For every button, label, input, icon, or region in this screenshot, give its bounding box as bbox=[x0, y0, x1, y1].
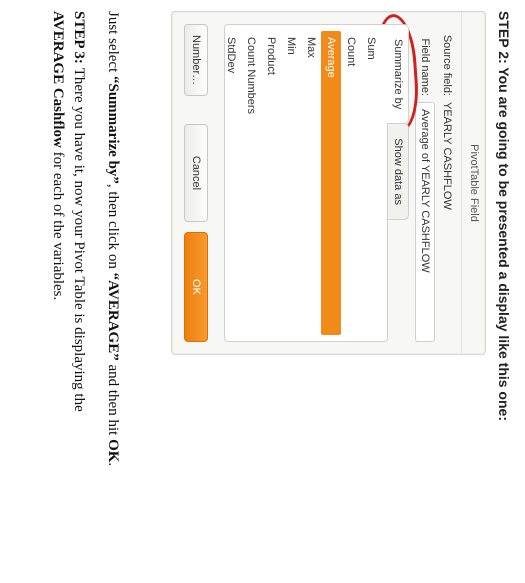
summarize-options-list[interactable]: Sum Count Average Max Min Product Count … bbox=[224, 24, 388, 342]
list-item[interactable]: Min bbox=[281, 31, 301, 335]
source-field-row: Source field: YEARLY CASHFLOW bbox=[441, 24, 453, 342]
text: Just select bbox=[105, 11, 121, 76]
button-row: Number… Cancel OK bbox=[184, 24, 208, 342]
dialog-title: PivotTable Field bbox=[461, 12, 485, 354]
field-name-label: Field name: bbox=[419, 24, 431, 96]
rotated-content: STEP 2: You are going to be presented a … bbox=[12, 11, 512, 571]
text: , then click on bbox=[105, 184, 121, 273]
source-field-label: Source field: bbox=[441, 24, 453, 96]
bold-text: AVERAGE Cashflow bbox=[51, 11, 67, 148]
bold-text: “AVERAGE” bbox=[105, 273, 121, 361]
list-item[interactable]: Sum bbox=[361, 31, 381, 335]
list-item[interactable]: StdDev bbox=[221, 31, 241, 335]
list-item[interactable]: Count bbox=[341, 31, 361, 335]
tab-show-data-as[interactable]: Show data as bbox=[387, 123, 409, 220]
text: and then hit bbox=[105, 361, 121, 439]
text: There you have it, now your Pivot Table … bbox=[71, 68, 87, 412]
text: . bbox=[105, 462, 121, 466]
page: STEP 2: You are going to be presented a … bbox=[0, 0, 525, 583]
caption-line-2: STEP 3: There you have it, now your Pivo… bbox=[48, 11, 89, 571]
bold-text: “Summarize by” bbox=[105, 76, 121, 184]
number-button[interactable]: Number… bbox=[184, 24, 208, 96]
step2-header: STEP 2: You are going to be presented a … bbox=[496, 11, 512, 571]
tab-strip: Summarize by Show data as bbox=[387, 24, 409, 342]
bold-text: STEP 3: bbox=[71, 11, 87, 68]
tab-summarize-by[interactable]: Summarize by bbox=[387, 24, 409, 124]
text: for each of the variables. bbox=[51, 148, 67, 300]
bold-text: OK bbox=[105, 439, 121, 462]
ok-button[interactable]: OK bbox=[184, 232, 208, 342]
list-item[interactable]: Count Numbers bbox=[241, 31, 261, 335]
pivottable-field-dialog: PivotTable Field Source field: YEARLY CA… bbox=[171, 11, 486, 355]
list-item-selected[interactable]: Average bbox=[321, 31, 341, 335]
dialog-body: Source field: YEARLY CASHFLOW Field name… bbox=[172, 12, 461, 354]
cancel-button[interactable]: Cancel bbox=[184, 124, 208, 222]
list-item[interactable]: Max bbox=[301, 31, 321, 335]
list-item[interactable]: Product bbox=[261, 31, 281, 335]
caption-line-1: Just select “Summarize by”, then click o… bbox=[103, 11, 123, 571]
field-name-input[interactable]: Average of YEARLY CASHFLOW bbox=[415, 102, 435, 342]
source-field-value: YEARLY CASHFLOW bbox=[441, 102, 453, 342]
field-name-row: Field name: Average of YEARLY CASHFLOW bbox=[415, 24, 435, 342]
